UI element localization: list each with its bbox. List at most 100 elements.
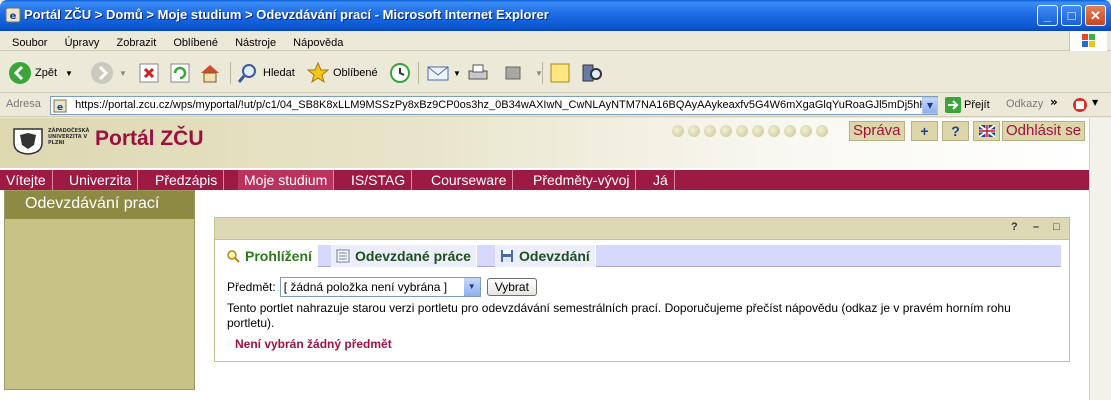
- nav-courses-dev[interactable]: Předměty-vývoj: [527, 170, 637, 190]
- add-button[interactable]: +: [911, 121, 938, 141]
- portlet-minimize-button[interactable]: –: [1033, 221, 1039, 233]
- vertical-scrollbar[interactable]: [1089, 118, 1111, 400]
- tab-submitted-works-label: Odevzdané práce: [355, 248, 471, 264]
- subject-select[interactable]: [ žádná položka není vybrána ] ▼: [279, 277, 481, 297]
- nav-courseware[interactable]: Courseware: [425, 170, 514, 190]
- research-button[interactable]: [580, 60, 607, 86]
- dot-icon: [720, 125, 732, 137]
- home-button[interactable]: [198, 60, 225, 86]
- chevron-right-icon[interactable]: »: [1050, 95, 1058, 109]
- history-icon: [390, 63, 410, 83]
- subject-label: Předmět:: [227, 280, 276, 294]
- admin-button[interactable]: Správa: [849, 121, 905, 141]
- mail-button[interactable]: ▼: [426, 60, 461, 86]
- menu-tools[interactable]: Nástroje: [235, 34, 276, 49]
- uk-flag-icon: [977, 124, 996, 138]
- subject-row: Předmět: [ žádná položka není vybrána ] …: [227, 277, 1057, 297]
- portlet-tabs: Prohlížení Odevzdané práce Odevzdání: [221, 245, 1061, 267]
- decorative-dots: [672, 125, 828, 137]
- refresh-icon: [170, 63, 190, 83]
- print-button[interactable]: [466, 60, 493, 86]
- forward-button[interactable]: ▼: [90, 60, 127, 86]
- mail-dropdown-icon[interactable]: ▼: [453, 69, 461, 78]
- address-url: https://portal.zcu.cz/wps/myportal/!ut/p…: [75, 99, 938, 111]
- tab-browse-label: Prohlížení: [245, 248, 312, 264]
- floppy-disk-icon: [501, 250, 513, 262]
- menu-view[interactable]: Zobrazit: [117, 34, 157, 49]
- logout-button[interactable]: Odhlásit se: [1002, 121, 1086, 141]
- dot-icon: [800, 125, 812, 137]
- portlet-help-button[interactable]: ?: [1011, 221, 1018, 233]
- star-icon: [306, 61, 330, 84]
- menu-edit[interactable]: Úpravy: [65, 34, 100, 49]
- nav-university[interactable]: Univerzita: [63, 170, 139, 190]
- printer-icon: [468, 64, 488, 80]
- toolbar-separator: [542, 62, 543, 84]
- addon-icon[interactable]: [1072, 97, 1088, 113]
- discuss-button[interactable]: [548, 60, 575, 86]
- nav-is-stag[interactable]: IS/STAG: [345, 170, 413, 190]
- nav-me[interactable]: Já: [647, 170, 675, 190]
- edit-button[interactable]: ▼: [502, 60, 543, 86]
- go-label: Přejít: [964, 99, 990, 111]
- back-dropdown-icon[interactable]: ▼: [65, 69, 73, 78]
- favorites-button[interactable]: Oblíbené: [306, 60, 378, 86]
- dot-icon: [752, 125, 764, 137]
- dot-icon: [672, 125, 684, 137]
- dot-icon: [688, 125, 700, 137]
- stop-icon: [139, 63, 159, 83]
- address-input[interactable]: e https://portal.zcu.cz/wps/myportal/!ut…: [50, 96, 938, 115]
- menu-favorites[interactable]: Oblíbené: [173, 34, 218, 49]
- select-dropdown-icon[interactable]: ▼: [463, 278, 480, 296]
- university-crest-icon: [13, 128, 43, 155]
- dot-icon: [768, 125, 780, 137]
- refresh-button[interactable]: [168, 60, 195, 86]
- back-arrow-icon: [9, 62, 31, 84]
- toolbar-separator: [418, 62, 419, 84]
- tab-submitted-works[interactable]: Odevzdané práce: [331, 245, 477, 267]
- menu-file[interactable]: Soubor: [12, 34, 47, 49]
- research-icon: [582, 64, 602, 82]
- forward-dropdown-icon[interactable]: ▼: [119, 69, 127, 78]
- portlet-maximize-button[interactable]: □: [1053, 221, 1060, 233]
- portlet-header: ? – □: [215, 218, 1069, 240]
- left-panel-header: Odevzdávání prací: [5, 191, 194, 219]
- go-button[interactable]: Přejít: [945, 97, 990, 113]
- no-subject-warning: Není vybrán žádný předmět: [235, 337, 392, 351]
- submission-portlet: ? – □ Prohlížení Odevzdané práce Odevzdá…: [214, 217, 1070, 362]
- page-icon: e: [53, 99, 67, 113]
- menu-bar: Soubor Úpravy Zobrazit Oblíbené Nástroje…: [0, 31, 1111, 51]
- page-viewport: ZÁPADOČESKÁ UNIVERZITA V PLZNI Portál ZČ…: [0, 118, 1111, 400]
- toolbar-separator: [230, 62, 231, 84]
- left-panel-title[interactable]: Odevzdávání prací: [25, 195, 159, 213]
- stop-button[interactable]: [137, 60, 164, 86]
- back-label: Zpět: [35, 67, 58, 79]
- crest-text: ZÁPADOČESKÁ UNIVERZITA V PLZNI: [48, 128, 90, 146]
- search-button[interactable]: Hledat: [236, 60, 295, 86]
- nav-my-studies[interactable]: Moje studium: [238, 170, 335, 190]
- menu-help[interactable]: Nápověda: [293, 34, 343, 49]
- tab-submit[interactable]: Odevzdání: [495, 245, 596, 267]
- maximize-button[interactable]: □: [1061, 5, 1082, 26]
- edit-icon: [505, 66, 521, 80]
- language-flag-button[interactable]: [973, 121, 1000, 141]
- select-subject-button[interactable]: Vybrat: [486, 278, 537, 296]
- minimize-button[interactable]: _: [1037, 5, 1058, 26]
- portal-brand[interactable]: Portál ZČU: [95, 127, 204, 151]
- address-label: Adresa: [6, 98, 41, 110]
- portlet-description: Tento portlet nahrazuje starou verzi por…: [227, 301, 1011, 330]
- nav-preregistration[interactable]: Předzápis: [149, 170, 225, 190]
- address-dropdown-icon[interactable]: ▼: [922, 97, 938, 114]
- ie-icon: e: [5, 7, 21, 23]
- close-button[interactable]: ✕: [1085, 5, 1106, 26]
- main-navigation: Vítejte Univerzita Předzápis Moje studiu…: [0, 170, 1089, 190]
- tab-browse[interactable]: Prohlížení: [221, 245, 318, 267]
- dot-icon: [784, 125, 796, 137]
- help-button[interactable]: ?: [942, 121, 969, 141]
- nav-welcome[interactable]: Vítejte: [0, 170, 53, 190]
- links-label[interactable]: Odkazy: [1006, 98, 1043, 110]
- addon-dropdown-icon[interactable]: ▼: [1092, 98, 1098, 107]
- history-button[interactable]: [388, 60, 415, 86]
- list-icon: [336, 249, 350, 263]
- back-button[interactable]: Zpět ▼: [8, 60, 73, 86]
